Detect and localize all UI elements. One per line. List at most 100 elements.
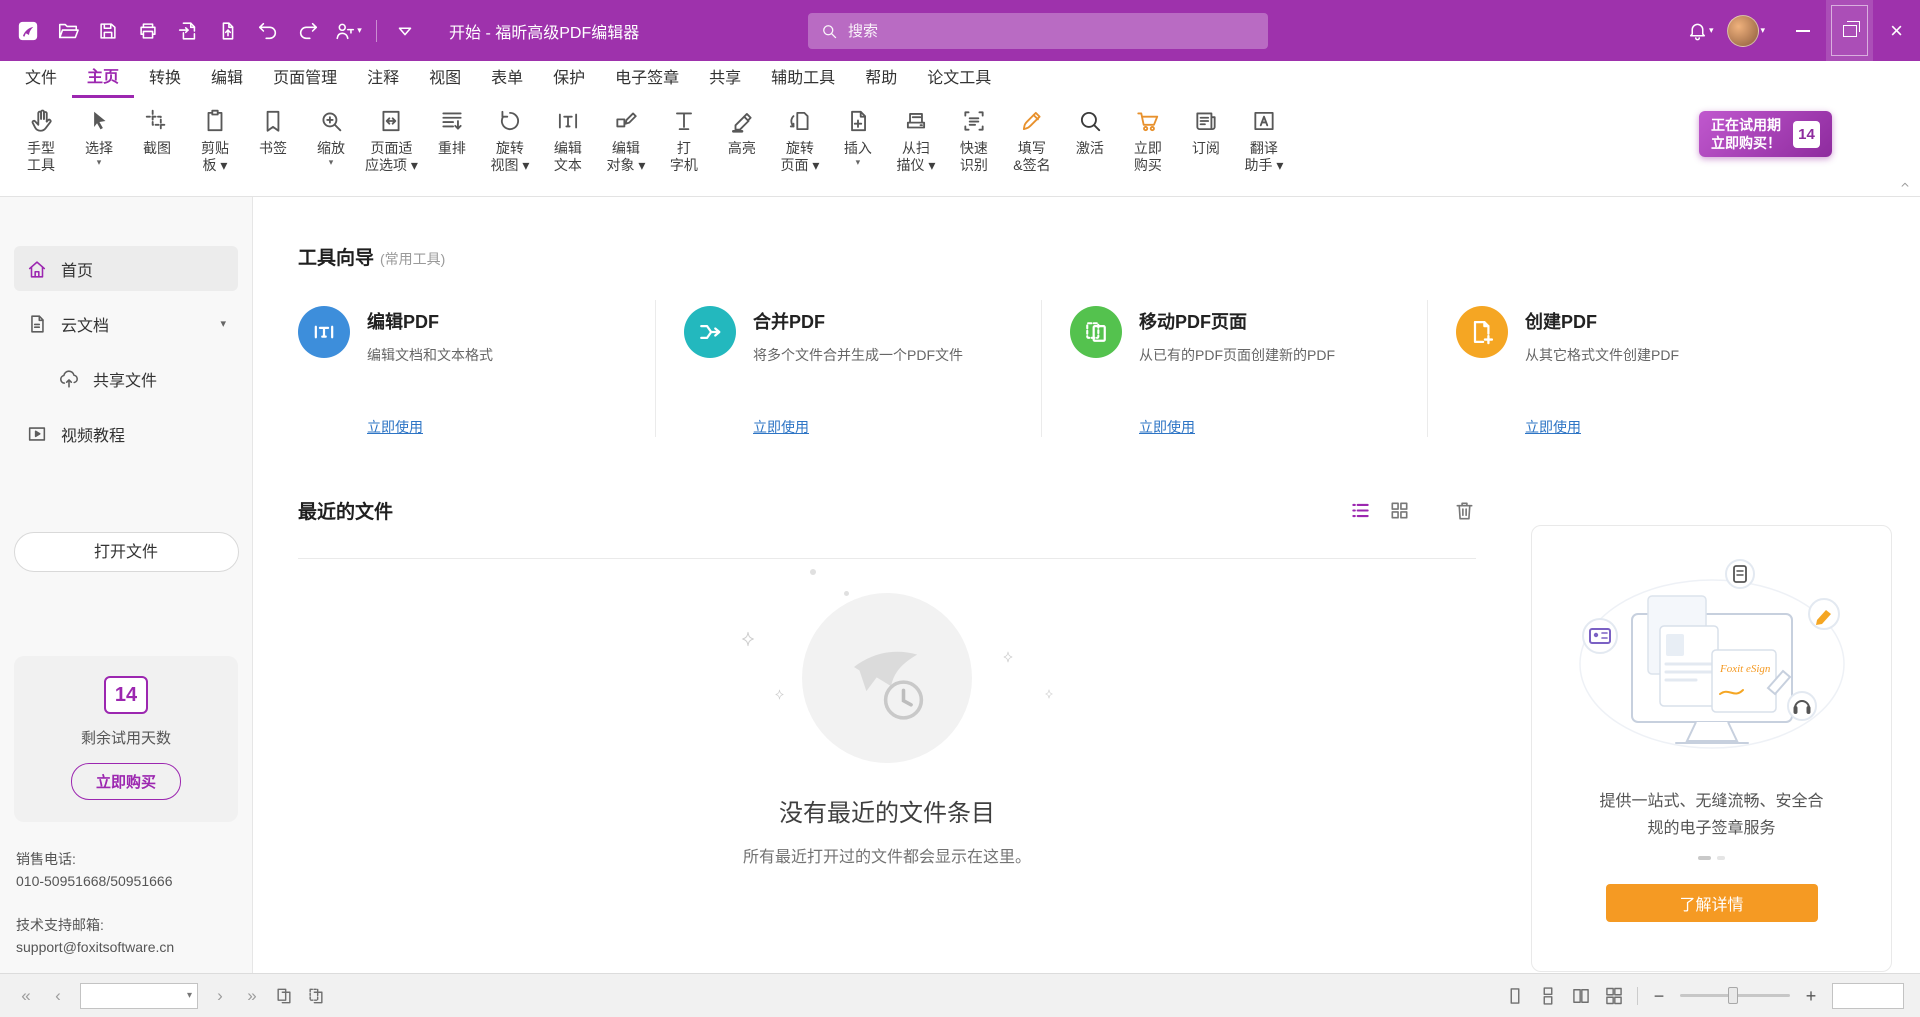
tool-edit-object[interactable]: 编辑对象 ▾ <box>597 106 655 176</box>
tool-activate[interactable]: 激活 <box>1061 106 1119 159</box>
search-box[interactable] <box>808 13 1268 49</box>
tool-buy-now[interactable]: 立即购买 <box>1119 106 1177 176</box>
create-pdf-use-now-link[interactable]: 立即使用 <box>1525 417 1581 437</box>
zoom-level-input[interactable] <box>1833 984 1903 1008</box>
tool-subscribe[interactable]: 订阅 <box>1177 106 1235 159</box>
menu-convert[interactable]: 转换 <box>134 61 196 98</box>
view-continuous-icon[interactable] <box>1538 986 1558 1006</box>
zoom-slider-handle[interactable] <box>1728 987 1738 1004</box>
menu-accessibility[interactable]: 辅助工具 <box>756 61 850 98</box>
tool-zoom-tool[interactable]: 缩放▾ <box>302 106 360 169</box>
menu-protect[interactable]: 保护 <box>538 61 600 98</box>
tools-wizard-title: 工具向导 <box>298 248 374 269</box>
view-single-page-icon[interactable] <box>1505 986 1525 1006</box>
redo-icon[interactable] <box>290 13 326 49</box>
first-page-button[interactable]: « <box>16 987 36 1004</box>
tool-page-fit-options[interactable]: 页面适应选项 ▾ <box>360 106 423 176</box>
main-content: 工具向导(常用工具) 编辑PDF编辑文档和文本格式立即使用合并PDF将多个文件合… <box>253 197 1920 973</box>
tool-from-scanner[interactable]: 从扫描仪 ▾ <box>887 106 945 176</box>
tool-rotate-view[interactable]: 旋转视图 ▾ <box>481 106 539 176</box>
notifications-button[interactable]: ▾ <box>1687 20 1714 41</box>
tool-clipboard-tool[interactable]: 剪贴板 ▾ <box>186 106 244 176</box>
account-button[interactable]: ▾ <box>1727 15 1765 47</box>
close-button[interactable]: × <box>1873 0 1920 61</box>
list-view-icon[interactable] <box>1349 499 1372 522</box>
learn-more-button[interactable]: 了解详情 <box>1606 884 1818 922</box>
protect-icon[interactable]: ▾ <box>330 13 366 49</box>
support-email[interactable]: support@foxitsoftware.cn <box>16 936 236 958</box>
menu-home[interactable]: 主页 <box>72 61 134 98</box>
edit-pdf-use-now-link[interactable]: 立即使用 <box>367 417 423 437</box>
menu-paper-tools[interactable]: 论文工具 <box>912 61 1006 98</box>
clipboard-tool-icon <box>202 108 228 134</box>
sparkle-icon <box>774 689 785 700</box>
sidebar-item-video-tutorials[interactable]: 视频教程 <box>14 411 238 456</box>
print-icon[interactable] <box>130 13 166 49</box>
sidebar-item-cloud-docs[interactable]: 云文档▾ <box>14 301 238 346</box>
buy-now-button[interactable]: 立即购买 <box>71 763 181 800</box>
card-title: 编辑PDF <box>367 308 493 334</box>
chevron-down-icon[interactable]: ▾ <box>220 317 226 330</box>
menu-file[interactable]: 文件 <box>10 61 72 98</box>
previous-page-button[interactable]: ‹ <box>48 987 68 1004</box>
menu-help[interactable]: 帮助 <box>850 61 912 98</box>
zoom-slider[interactable] <box>1680 994 1790 997</box>
grid-view-icon[interactable] <box>1388 499 1411 522</box>
page-number-box[interactable]: ▾ <box>80 983 198 1009</box>
view-facing-icon[interactable] <box>1571 986 1591 1006</box>
zoom-out-button[interactable]: − <box>1651 987 1667 1005</box>
promo-dot[interactable] <box>1717 856 1725 860</box>
search-input[interactable] <box>846 22 1256 41</box>
move-pdf-pages-use-now-link[interactable]: 立即使用 <box>1139 417 1195 437</box>
save-icon[interactable] <box>90 13 126 49</box>
merge-pdf-use-now-link[interactable]: 立即使用 <box>753 417 809 437</box>
open-file-button[interactable]: 打开文件 <box>14 532 239 572</box>
trial-upgrade-badge[interactable]: 正在试用期 立即购买！ 14 <box>1699 111 1832 157</box>
tool-snapshot-tool[interactable]: 截图 <box>128 106 186 159</box>
tool-select-tool[interactable]: 选择▾ <box>70 106 128 169</box>
export-pdf-icon[interactable] <box>170 13 206 49</box>
menu-form[interactable]: 表单 <box>476 61 538 98</box>
customize-quick-toolbar-icon[interactable] <box>387 13 423 49</box>
menu-comment[interactable]: 注释 <box>352 61 414 98</box>
snapshot-pages-alt-icon[interactable] <box>306 986 326 1006</box>
tool-hand-tool[interactable]: 手型工具 <box>12 106 70 176</box>
tool-typewriter-tool[interactable]: 打字机 <box>655 106 713 176</box>
sales-phone-label: 销售电话: <box>16 848 236 870</box>
page-number-input[interactable] <box>86 987 187 1004</box>
zoom-level-box[interactable] <box>1832 983 1904 1009</box>
tool-fill-sign[interactable]: 填写&签名 <box>1003 106 1061 176</box>
snapshot-pages-icon[interactable] <box>274 986 294 1006</box>
restore-button[interactable] <box>1826 0 1873 61</box>
ribbon-tools: 手型工具选择▾截图剪贴板 ▾书签缩放▾页面适应选项 ▾重排旋转视图 ▾编辑文本编… <box>0 98 1920 176</box>
open-file-icon[interactable] <box>50 13 86 49</box>
menu-esign[interactable]: 电子签章 <box>600 61 694 98</box>
tool-edit-text[interactable]: 编辑文本 <box>539 106 597 176</box>
recent-files-section: 最近的文件 <box>298 481 1476 867</box>
tool-quick-ocr[interactable]: 快速识别 <box>945 106 1003 176</box>
sidebar-item-shared-files[interactable]: 共享文件 <box>14 356 238 401</box>
zoom-in-button[interactable]: + <box>1803 987 1819 1005</box>
collapse-ribbon-icon[interactable] <box>1898 178 1912 192</box>
undo-icon[interactable] <box>250 13 286 49</box>
from-scanner-icon <box>903 108 929 134</box>
tool-highlight-tool[interactable]: 高亮 <box>713 106 771 159</box>
tool-rotate-pages[interactable]: 旋转页面 ▾ <box>771 106 829 176</box>
sidebar-item-home[interactable]: 首页 <box>14 246 238 291</box>
menu-share[interactable]: 共享 <box>694 61 756 98</box>
view-continuous-facing-icon[interactable] <box>1604 986 1624 1006</box>
menu-edit[interactable]: 编辑 <box>196 61 258 98</box>
tool-reflow-tool[interactable]: 重排 <box>423 106 481 159</box>
tool-insert-pages[interactable]: 插入▾ <box>829 106 887 169</box>
menu-page-organize[interactable]: 页面管理 <box>258 61 352 98</box>
minimize-button[interactable] <box>1779 0 1826 61</box>
tool-bookmark-tool[interactable]: 书签 <box>244 106 302 159</box>
promo-dot-active[interactable] <box>1698 856 1711 860</box>
tool-translate-assistant[interactable]: 翻译助手 ▾ <box>1235 106 1293 176</box>
menu-view[interactable]: 视图 <box>414 61 476 98</box>
clear-recent-trash-icon[interactable] <box>1453 499 1476 522</box>
share-document-icon[interactable] <box>210 13 246 49</box>
next-page-button[interactable]: › <box>210 987 230 1004</box>
chevron-down-icon[interactable]: ▾ <box>187 990 192 1001</box>
last-page-button[interactable]: » <box>242 987 262 1004</box>
